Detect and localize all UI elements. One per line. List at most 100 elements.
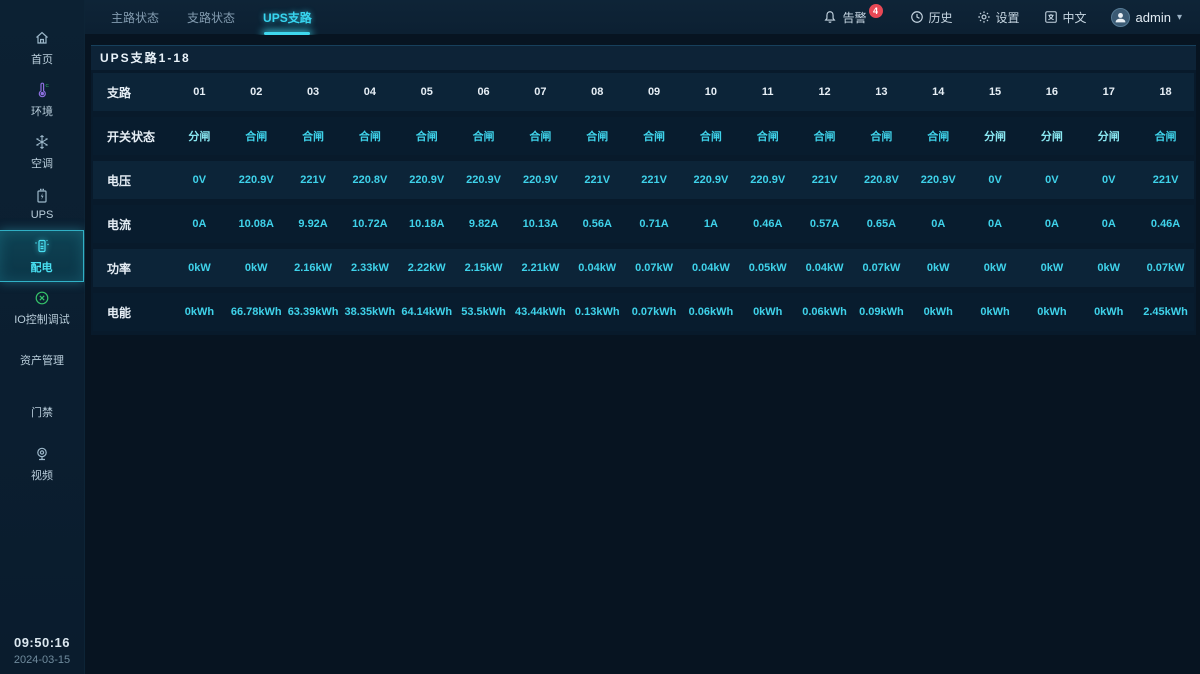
video-camera-icon — [34, 445, 50, 463]
language-button[interactable]: 中文 — [1044, 9, 1087, 26]
cell-voltage: 220.9V — [228, 174, 285, 186]
cell-voltage: 0V — [1023, 174, 1080, 186]
cell-voltage: 221V — [285, 174, 342, 186]
sidebar-item-label: 视频 — [31, 467, 53, 483]
cell-current: 10.13A — [512, 218, 569, 230]
column-header: 13 — [853, 86, 910, 98]
sidebar-nav: 首页 C环境空调 UPS 配电 IO控制调试资产管理门禁视频 — [0, 0, 84, 490]
cell-power: 2.22kW — [398, 262, 455, 274]
tab-branch-status[interactable]: 支路状态 — [173, 0, 249, 34]
column-header: 17 — [1080, 86, 1137, 98]
cell-energy: 0kWh — [967, 306, 1024, 318]
clock-time: 09:50:16 — [0, 635, 84, 650]
user-menu[interactable]: admin ▾ — [1111, 8, 1182, 27]
sidebar-item-label: 环境 — [31, 103, 53, 119]
topbar-tabs: 主路状态支路状态UPS支路 — [85, 0, 326, 34]
alarm-button[interactable]: 告警 4 — [823, 9, 885, 26]
cell-power: 0kW — [910, 262, 967, 274]
cell-voltage: 220.9V — [512, 174, 569, 186]
cell-power: 0.04kW — [682, 262, 739, 274]
column-header: 11 — [739, 86, 796, 98]
cell-switch_status: 合闸 — [512, 128, 569, 144]
cell-power: 2.21kW — [512, 262, 569, 274]
column-header: 14 — [910, 86, 967, 98]
cell-current: 9.82A — [455, 218, 512, 230]
sidebar-item-power-distribution[interactable]: 配电 — [0, 230, 84, 282]
sidebar-item-air-conditioning[interactable]: 空调 — [0, 126, 84, 178]
history-clock-icon — [910, 10, 924, 24]
cell-switch_status: 合闸 — [739, 128, 796, 144]
cell-switch_status: 合闸 — [682, 128, 739, 144]
sidebar-item-video[interactable]: 视频 — [0, 438, 84, 490]
cell-energy: 63.39kWh — [285, 306, 342, 318]
row-label-switch_status: 开关状态 — [93, 128, 171, 145]
bell-icon — [823, 10, 837, 24]
row-label-power: 功率 — [93, 260, 171, 277]
column-header: 16 — [1023, 86, 1080, 98]
row-label-current: 电流 — [93, 216, 171, 233]
io-debug-icon — [34, 289, 50, 307]
cell-power: 0.07kW — [626, 262, 683, 274]
cell-energy: 53.5kWh — [455, 306, 512, 318]
sidebar-item-label: UPS — [31, 209, 54, 221]
cell-switch_status: 合闸 — [341, 128, 398, 144]
translate-icon — [1044, 10, 1058, 24]
cell-energy: 0.06kWh — [682, 306, 739, 318]
cell-current: 0.46A — [739, 218, 796, 230]
row-label-voltage: 电压 — [93, 172, 171, 189]
sidebar-item-access-control[interactable]: 门禁 — [0, 386, 84, 438]
topbar: 主路状态支路状态UPS支路 告警 4 — [85, 0, 1200, 35]
cell-energy: 43.44kWh — [512, 306, 569, 318]
table-row-switch_status: 开关状态分闸合闸合闸合闸合闸合闸合闸合闸合闸合闸合闸合闸合闸合闸分闸分闸分闸合闸 — [93, 117, 1194, 155]
sidebar-item-label: 空调 — [31, 155, 53, 171]
sidebar-item-label: 首页 — [31, 51, 53, 67]
tab-main-circuit-status[interactable]: 主路状态 — [97, 0, 173, 34]
cell-current: 0.71A — [626, 218, 683, 230]
ups-battery-icon — [34, 187, 50, 205]
sidebar-item-io-control-debug[interactable]: IO控制调试 — [0, 282, 84, 334]
history-label: 历史 — [929, 9, 953, 26]
sidebar-item-ups[interactable]: UPS — [0, 178, 84, 230]
column-header: 01 — [171, 86, 228, 98]
cell-current: 10.18A — [398, 218, 455, 230]
sidebar-item-label: 门禁 — [31, 404, 53, 420]
cell-switch_status: 合闸 — [910, 128, 967, 144]
cell-energy: 66.78kWh — [228, 306, 285, 318]
gear-icon — [977, 10, 991, 24]
cell-voltage: 221V — [796, 174, 853, 186]
sidebar-item-label: 配电 — [31, 259, 53, 275]
sidebar-item-environment[interactable]: C环境 — [0, 74, 84, 126]
table-row-power: 功率0kW0kW2.16kW2.33kW2.22kW2.15kW2.21kW0.… — [93, 249, 1194, 287]
tab-ups-branch[interactable]: UPS支路 — [249, 0, 326, 34]
sidebar-clock: 09:50:16 2024-03-15 — [0, 635, 84, 666]
sidebar-item-home[interactable]: 首页 — [0, 22, 84, 74]
cell-power: 0.04kW — [796, 262, 853, 274]
sidebar-item-asset-management[interactable]: 资产管理 — [0, 334, 84, 386]
cell-voltage: 220.9V — [455, 174, 512, 186]
column-header: 04 — [341, 86, 398, 98]
sidebar-item-label: IO控制调试 — [14, 311, 70, 327]
cell-current: 10.72A — [341, 218, 398, 230]
history-button[interactable]: 历史 — [910, 9, 953, 26]
cell-energy: 2.45kWh — [1137, 306, 1194, 318]
tab-label: 主路状态 — [111, 9, 159, 26]
ups-branch-table: 支路010203040506070809101112131415161718开关… — [91, 73, 1196, 331]
ups-branch-panel: UPS支路1-18 支路0102030405060708091011121314… — [91, 45, 1196, 335]
user-avatar — [1111, 8, 1130, 27]
settings-button[interactable]: 设置 — [977, 9, 1020, 26]
cell-energy: 0kWh — [1080, 306, 1137, 318]
cell-power: 2.16kW — [285, 262, 342, 274]
cell-energy: 0.09kWh — [853, 306, 910, 318]
cell-current: 0A — [967, 218, 1024, 230]
cell-voltage: 220.9V — [739, 174, 796, 186]
cell-voltage: 0V — [171, 174, 228, 186]
cell-power: 0.07kW — [853, 262, 910, 274]
cell-current: 9.92A — [285, 218, 342, 230]
cell-voltage: 220.9V — [398, 174, 455, 186]
language-label: 中文 — [1063, 9, 1087, 26]
cell-energy: 0kWh — [171, 306, 228, 318]
column-header: 02 — [228, 86, 285, 98]
cell-energy: 0.13kWh — [569, 306, 626, 318]
alarm-badge: 4 — [869, 4, 883, 18]
column-header: 03 — [285, 86, 342, 98]
